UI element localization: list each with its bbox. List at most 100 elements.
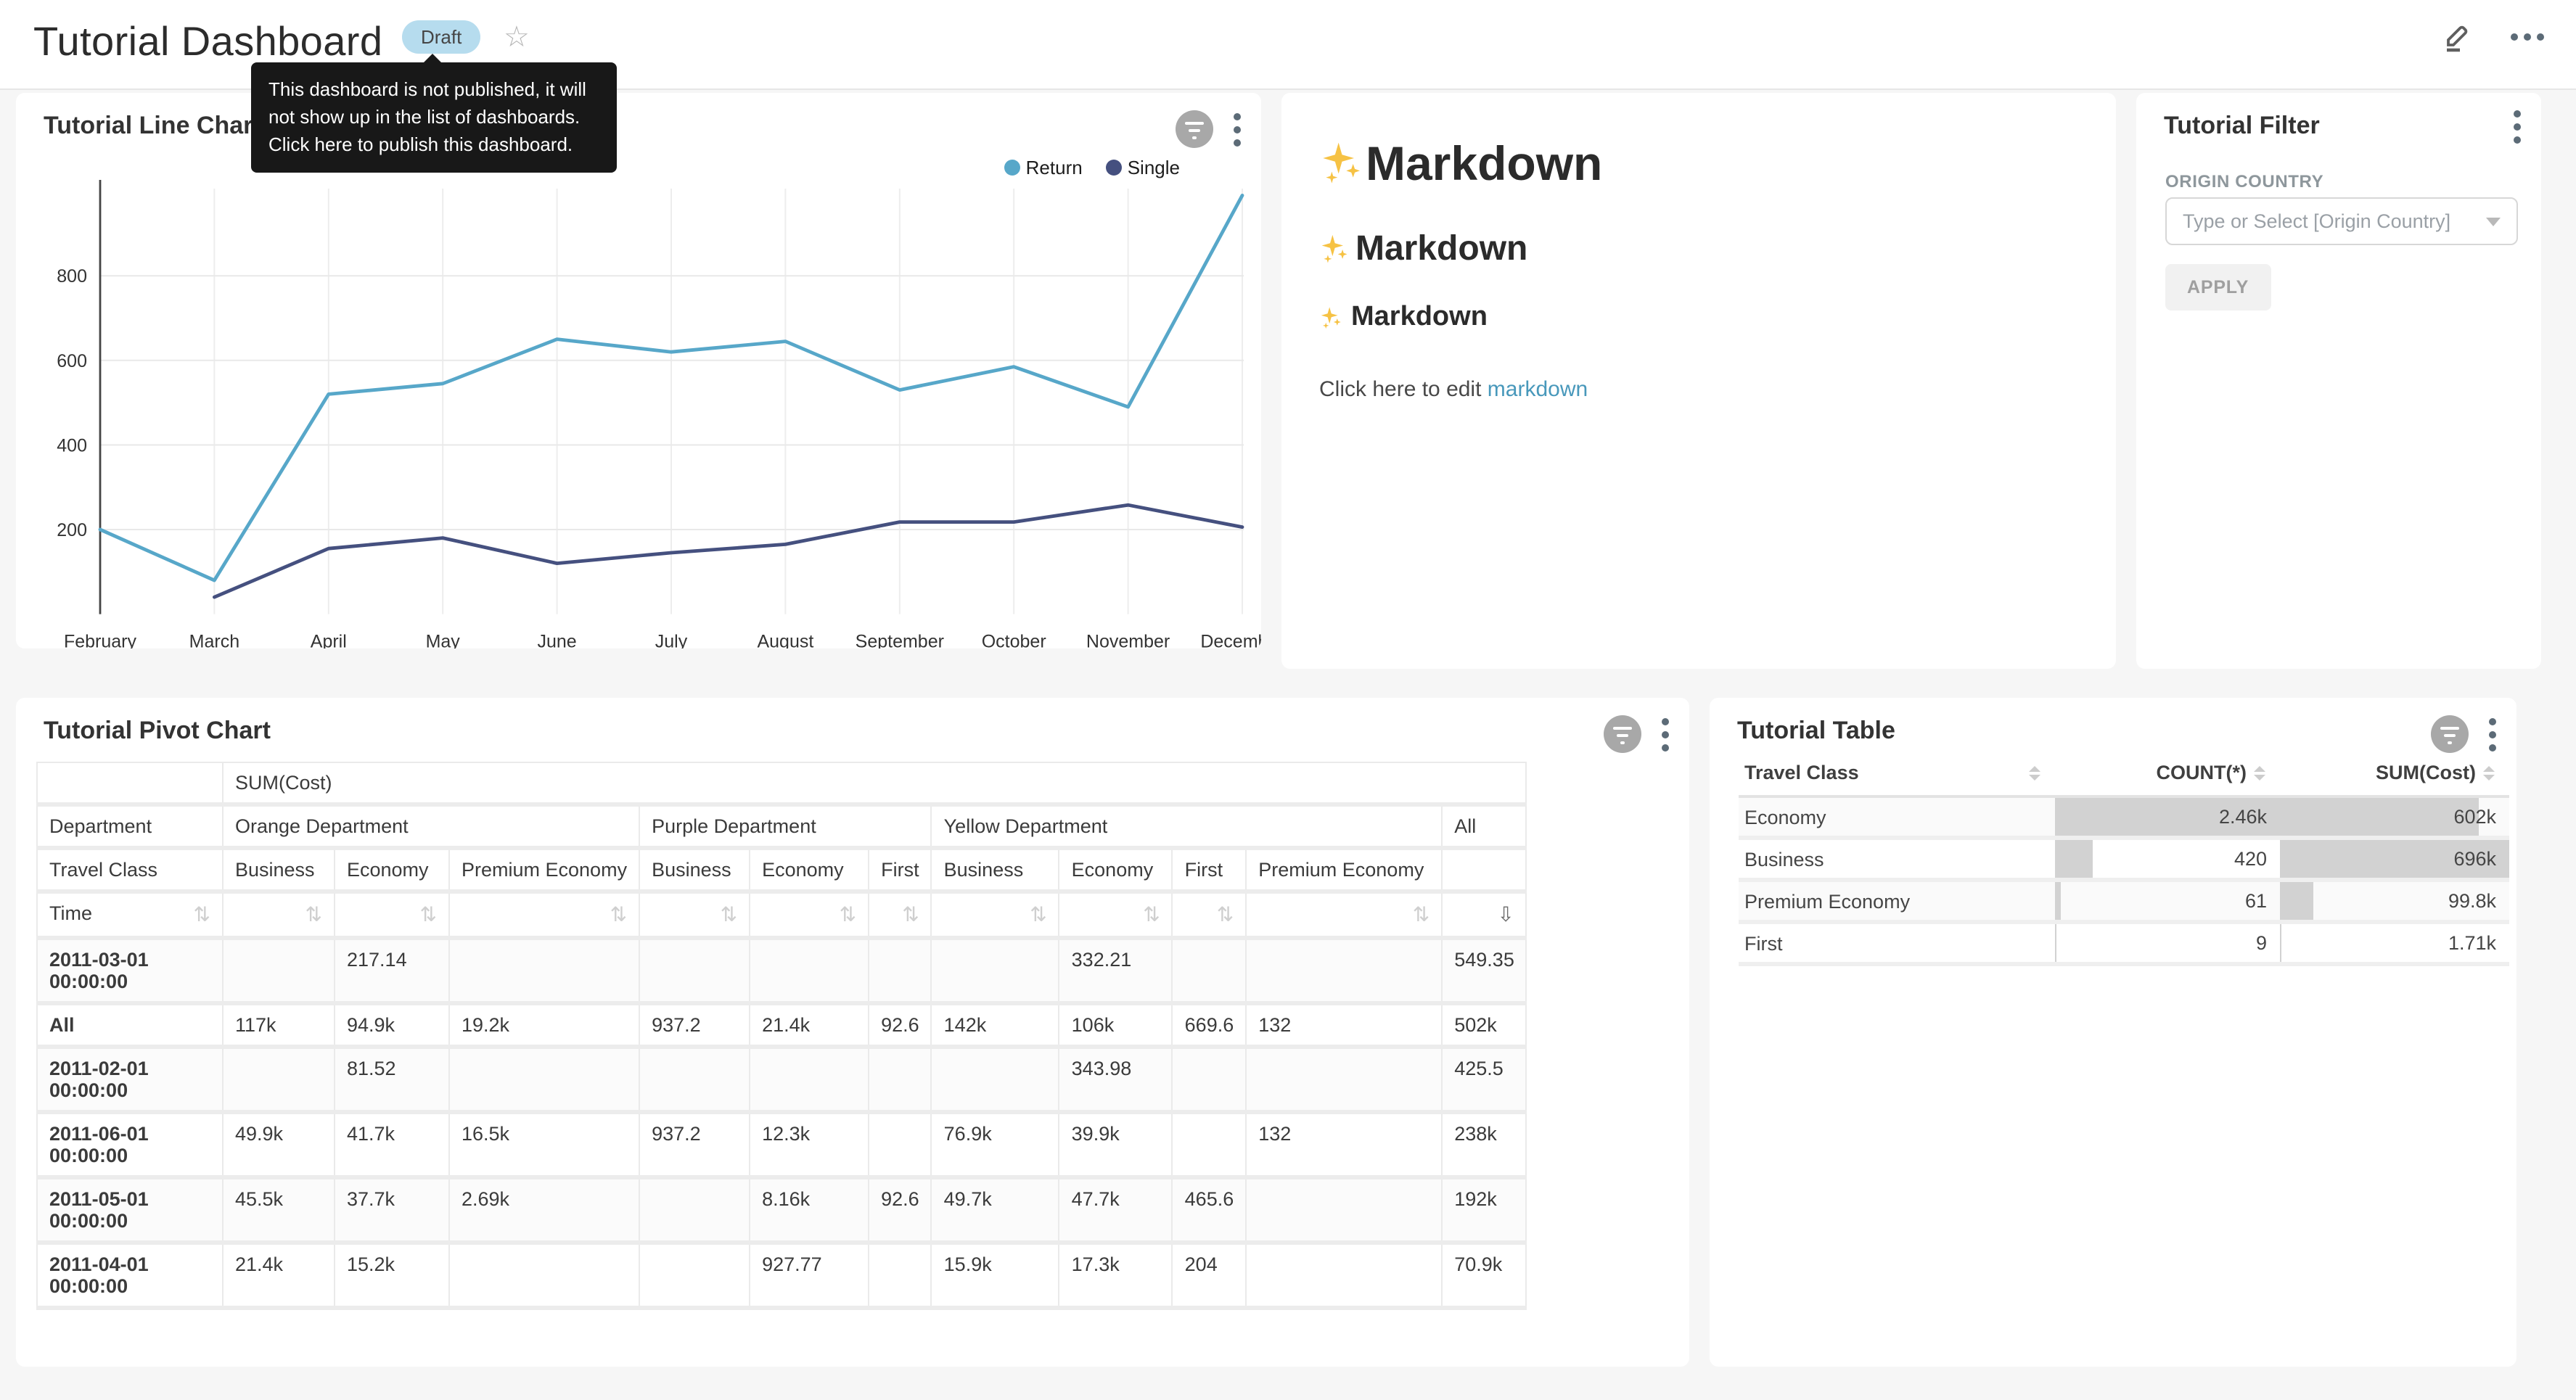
pivot-table: SUM(Cost)DepartmentOrange DepartmentPurp… bbox=[36, 762, 1527, 1310]
travel-class-cell: Business bbox=[1739, 838, 2055, 880]
travel-class-cell: First bbox=[1739, 922, 2055, 964]
pivot-sort-cell: ⇩ bbox=[1442, 892, 1527, 938]
svg-text:September: September bbox=[856, 632, 944, 648]
column-header-count[interactable]: COUNT(*) bbox=[2055, 750, 2280, 796]
pivot-menu-icon[interactable] bbox=[1662, 717, 1669, 751]
pivot-value-cell: 41.7k bbox=[335, 1112, 449, 1177]
markdown-h3-text: Markdown bbox=[1351, 302, 1488, 334]
pivot-row-label: 2011-06-01 00:00:00 bbox=[37, 1112, 223, 1177]
pivot-value-cell: 76.9k bbox=[932, 1112, 1059, 1177]
count-cell: 420 bbox=[2055, 838, 2280, 880]
edit-dashboard-icon[interactable] bbox=[2441, 20, 2473, 52]
column-header-travel-class[interactable]: Travel Class bbox=[1739, 750, 2055, 796]
draft-status-badge[interactable]: Draft bbox=[402, 20, 480, 54]
table-row: First 9 1.71k bbox=[1739, 922, 2509, 964]
sort-toggle-icon[interactable]: ⇅ bbox=[1143, 902, 1160, 927]
pivot-value-cell bbox=[639, 938, 750, 1003]
origin-country-label: ORIGIN COUNTRY bbox=[2165, 171, 2323, 192]
pivot-value-cell bbox=[1246, 1243, 1442, 1308]
sort-toggle-icon[interactable]: ⇅ bbox=[1217, 902, 1234, 927]
pivot-filter-indicator-icon[interactable] bbox=[1604, 715, 1641, 753]
markdown-h1-text: Markdown bbox=[1366, 136, 1602, 192]
pivot-value-cell: 15.9k bbox=[932, 1243, 1059, 1308]
filter-menu-icon[interactable] bbox=[2514, 110, 2521, 144]
pivot-subcol-header: First bbox=[1173, 848, 1247, 892]
sort-icon[interactable] bbox=[2483, 765, 2495, 780]
svg-text:December: December bbox=[1200, 632, 1261, 648]
sparkles-icon bbox=[1319, 305, 1344, 330]
sort-toggle-icon[interactable]: ⇅ bbox=[1413, 902, 1429, 927]
pivot-subcol-header: Economy bbox=[1059, 848, 1173, 892]
svg-text:February: February bbox=[64, 632, 137, 648]
sum-cost-cell: 99.8k bbox=[2280, 880, 2509, 922]
svg-text:April: April bbox=[311, 632, 347, 648]
pivot-sort-cell: ⇅ bbox=[335, 892, 449, 938]
more-actions-icon[interactable] bbox=[2511, 33, 2544, 40]
sort-toggle-icon[interactable]: ⇅ bbox=[902, 902, 919, 927]
pivot-data-row: 2011-06-01 00:00:0049.9k41.7k16.5k937.21… bbox=[37, 1112, 1527, 1177]
sum-cost-bar bbox=[2280, 882, 2313, 920]
pivot-group-row: DepartmentOrange DepartmentPurple Depart… bbox=[37, 804, 1527, 848]
column-header-sum-cost[interactable]: SUM(Cost) bbox=[2280, 750, 2509, 796]
pivot-data-row: 2011-05-01 00:00:0045.5k37.7k2.69k8.16k9… bbox=[37, 1177, 1527, 1243]
pivot-value-cell: 238k bbox=[1442, 1112, 1527, 1177]
pivot-value-cell bbox=[449, 1047, 639, 1112]
pivot-value-cell bbox=[1246, 938, 1442, 1003]
pivot-value-cell bbox=[639, 1047, 750, 1112]
panel-tutorial-filter: Tutorial Filter ORIGIN COUNTRY Type or S… bbox=[2136, 93, 2541, 669]
count-cell: 9 bbox=[2055, 922, 2280, 964]
markdown-paragraph-text: Click here to edit bbox=[1319, 377, 1488, 402]
pivot-value-cell bbox=[1246, 1177, 1442, 1243]
sort-toggle-icon[interactable]: ⇅ bbox=[610, 902, 627, 927]
panel-tutorial-pivot-chart: Tutorial Pivot Chart SUM(Cost)Department… bbox=[16, 698, 1689, 1367]
pivot-row-axis: Time⇅ bbox=[37, 892, 223, 938]
pivot-row-label: 2011-05-01 00:00:00 bbox=[37, 1177, 223, 1243]
count-cell: 61 bbox=[2055, 880, 2280, 922]
pivot-value-cell bbox=[750, 1047, 869, 1112]
pivot-value-cell: 17.3k bbox=[1059, 1243, 1173, 1308]
table-filter-indicator-icon[interactable] bbox=[2431, 715, 2469, 753]
sort-icon[interactable] bbox=[2029, 765, 2040, 780]
pivot-row-label: 2011-03-01 00:00:00 bbox=[37, 938, 223, 1003]
tutorial-table: Travel Class COUNT(*) SUM(Cost) Economy … bbox=[1739, 750, 2509, 966]
pivot-group-header: Orange Department bbox=[223, 804, 639, 848]
sort-toggle-icon[interactable]: ⇅ bbox=[721, 902, 737, 927]
pivot-value-cell: 142k bbox=[932, 1003, 1059, 1047]
sort-toggle-icon[interactable]: ⇅ bbox=[194, 902, 210, 927]
pivot-value-cell: 21.4k bbox=[750, 1003, 869, 1047]
count-bar bbox=[2055, 924, 2056, 962]
sort-toggle-icon[interactable]: ⇅ bbox=[420, 902, 437, 927]
pivot-value-cell: 8.16k bbox=[750, 1177, 869, 1243]
sort-toggle-icon[interactable]: ⇅ bbox=[840, 902, 856, 927]
edit-markdown-link[interactable]: markdown bbox=[1488, 377, 1588, 402]
sum-cost-bar bbox=[2280, 924, 2281, 962]
pivot-value-cell: 217.14 bbox=[335, 938, 449, 1003]
table-row: Economy 2.46k 602k bbox=[1739, 796, 2509, 838]
apply-filter-button[interactable]: APPLY bbox=[2165, 264, 2271, 310]
markdown-h2-text: Markdown bbox=[1355, 229, 1527, 270]
table-menu-icon[interactable] bbox=[2489, 717, 2496, 751]
pivot-subcol-header: Business bbox=[223, 848, 335, 892]
sort-toggle-icon[interactable]: ⇅ bbox=[305, 902, 322, 927]
sort-descending-active-icon[interactable]: ⇩ bbox=[1497, 902, 1514, 927]
origin-country-select[interactable]: Type or Select [Origin Country] bbox=[2165, 197, 2518, 245]
pivot-value-cell: 132 bbox=[1246, 1112, 1442, 1177]
pivot-value-cell bbox=[869, 1047, 932, 1112]
pivot-value-cell: 927.77 bbox=[750, 1243, 869, 1308]
svg-text:March: March bbox=[189, 632, 239, 648]
sort-icon[interactable] bbox=[2254, 765, 2265, 780]
publish-tooltip: This dashboard is not published, it will… bbox=[251, 62, 617, 172]
pivot-data-row: 2011-03-01 00:00:00217.14332.21549.35 bbox=[37, 938, 1527, 1003]
markdown-h3: Markdown bbox=[1319, 302, 2078, 334]
sparkles-icon bbox=[1319, 234, 1351, 265]
markdown-h2: Markdown bbox=[1319, 229, 2078, 270]
favorite-star-icon[interactable]: ☆ bbox=[504, 19, 530, 55]
pivot-group-header: All bbox=[1442, 804, 1527, 848]
pivot-value-cell: 465.6 bbox=[1173, 1177, 1247, 1243]
pivot-value-cell: 502k bbox=[1442, 1003, 1527, 1047]
pivot-value-cell: 192k bbox=[1442, 1177, 1527, 1243]
pivot-data-row: 2011-02-01 00:00:0081.52343.98425.5 bbox=[37, 1047, 1527, 1112]
pivot-subcol-header: Premium Economy bbox=[1246, 848, 1442, 892]
pivot-value-cell bbox=[1173, 938, 1247, 1003]
sort-toggle-icon[interactable]: ⇅ bbox=[1030, 902, 1046, 927]
